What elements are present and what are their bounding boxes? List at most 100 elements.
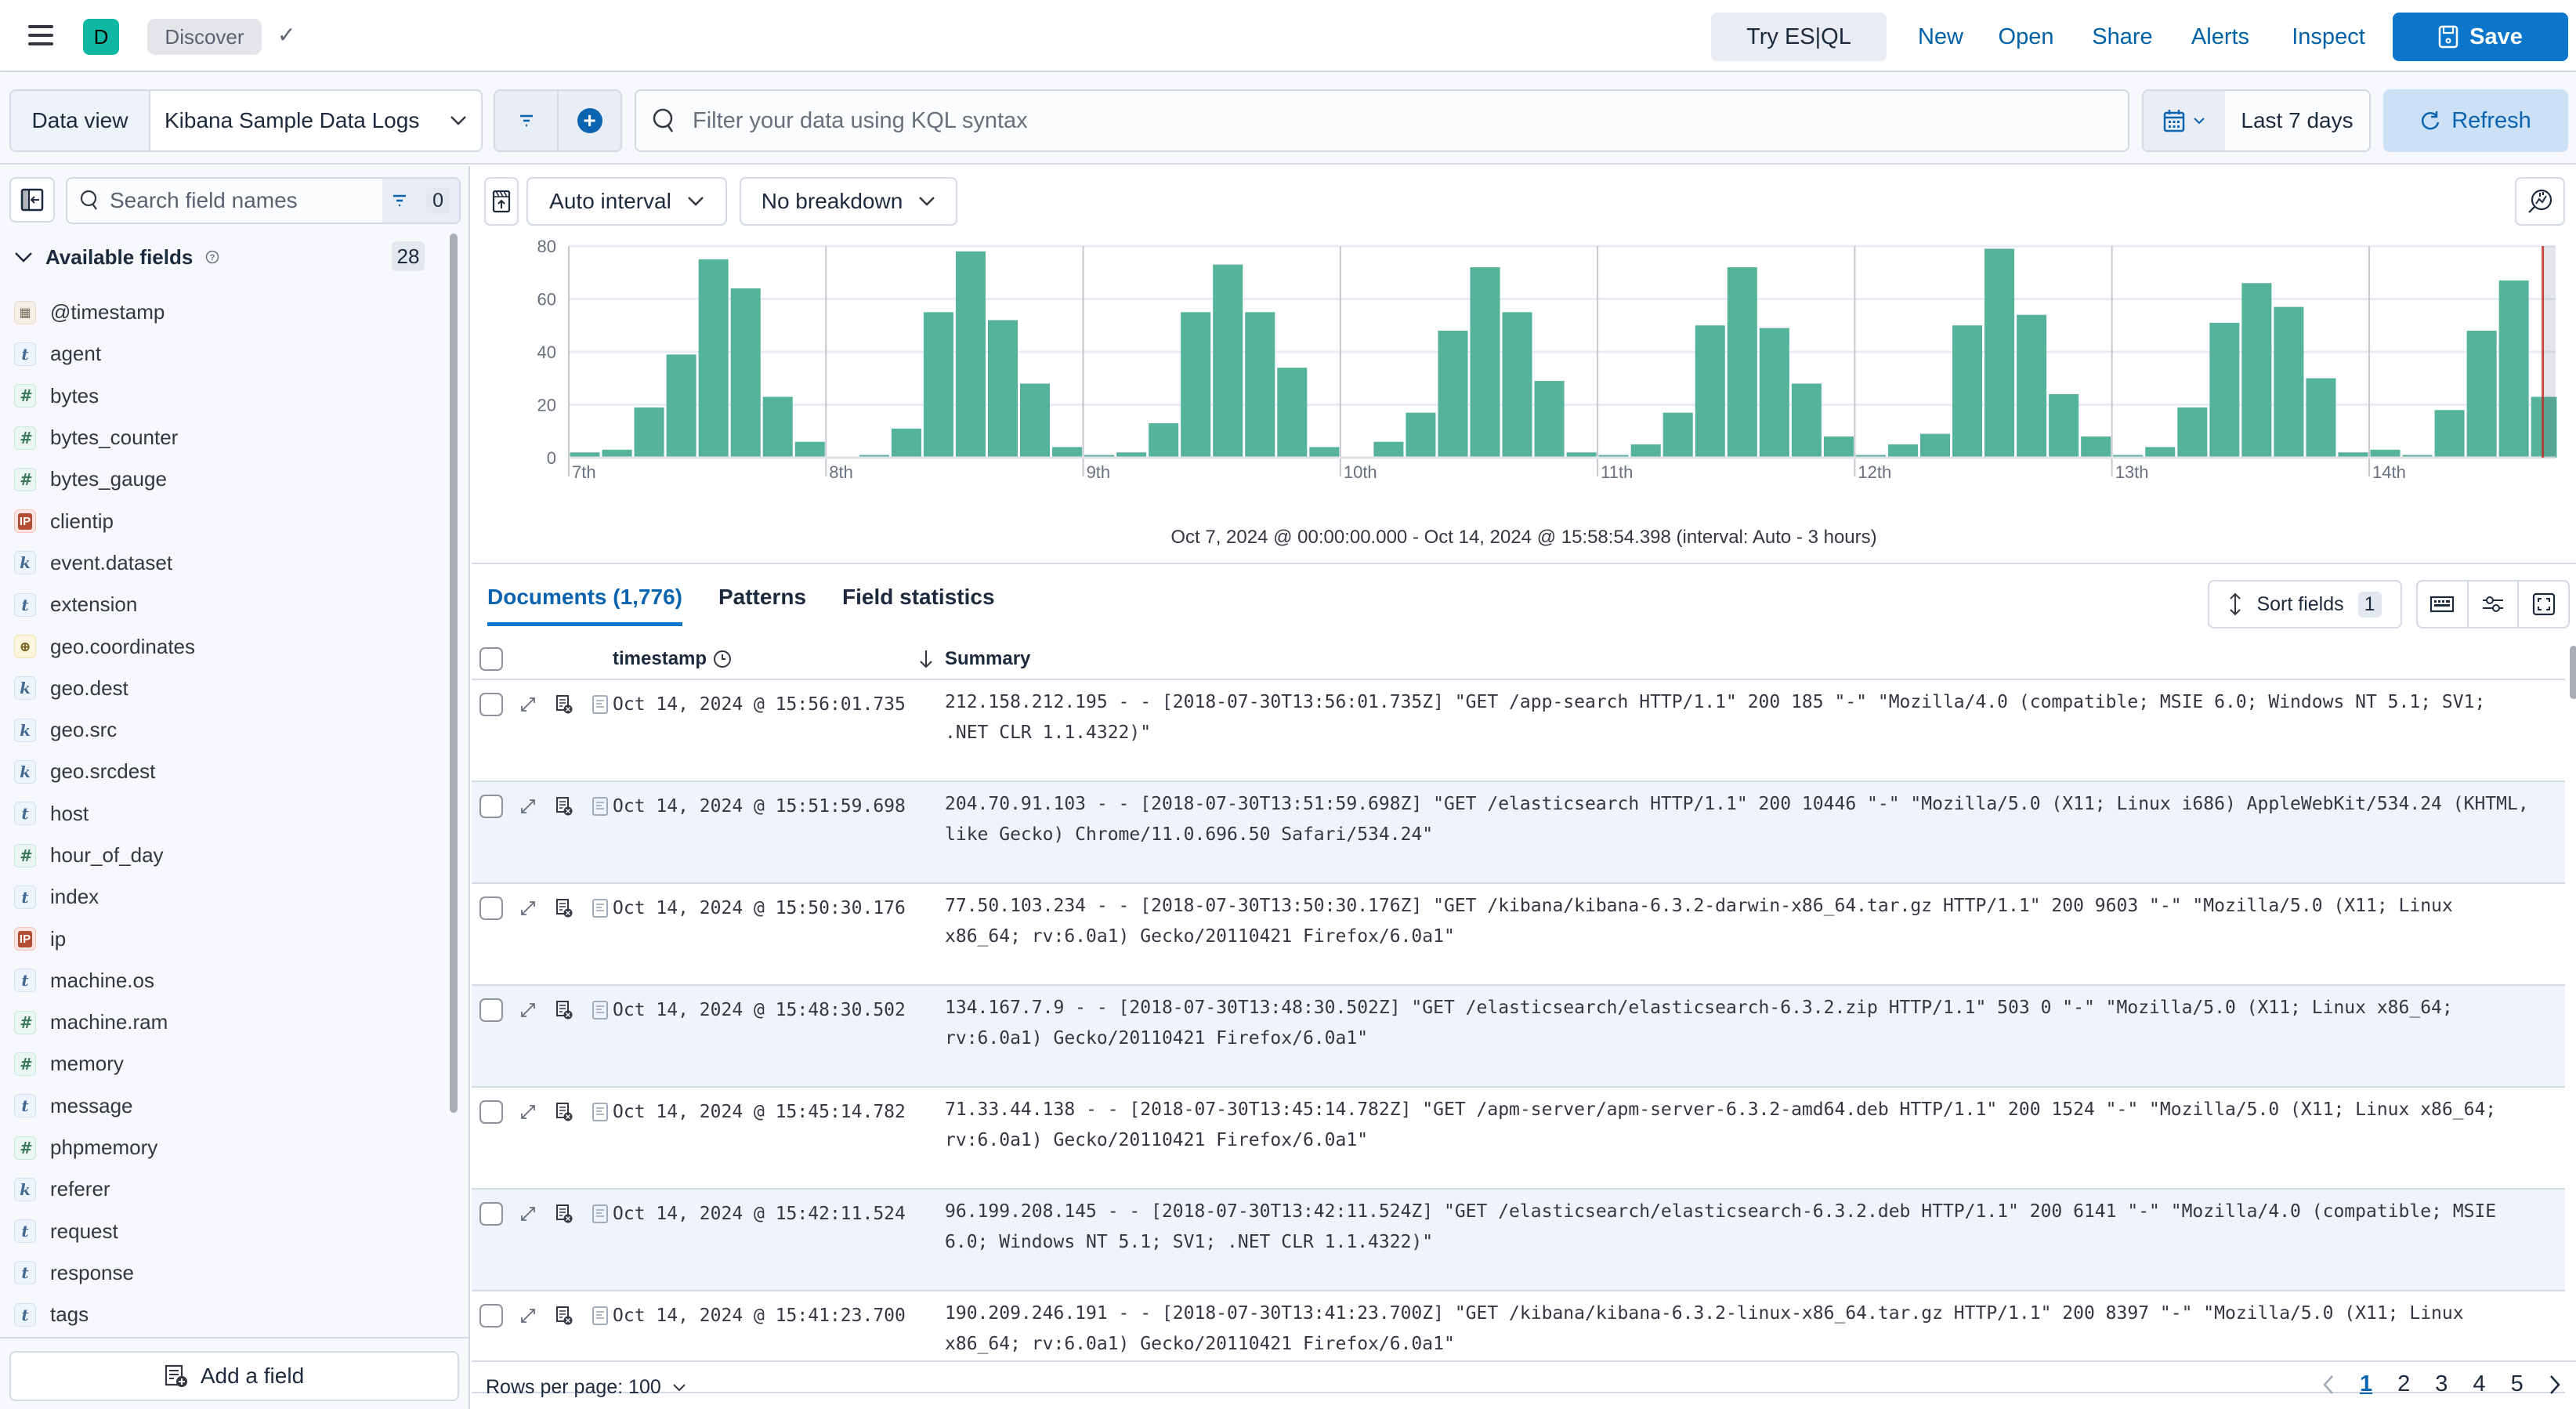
document-icon[interactable] (589, 1203, 611, 1225)
field-item[interactable]: # bytes (14, 375, 437, 417)
available-fields-toggle[interactable]: Available fields ? (14, 241, 437, 273)
display-settings-button[interactable] (2469, 581, 2520, 627)
field-item[interactable]: # hour_of_day (14, 835, 437, 876)
table-row[interactable]: Oct 14, 2024 @ 15:50:30.176 77.50.103.234… (472, 884, 2565, 986)
field-item[interactable]: t agent (14, 333, 437, 375)
date-range-display[interactable]: Last 7 days (2225, 91, 2369, 150)
alerts-link[interactable]: Alerts (2180, 13, 2261, 61)
field-item[interactable]: # memory (14, 1043, 437, 1085)
histogram-chart[interactable]: 0204060807th8th9th10th11th12th13th14thOc… (472, 237, 2576, 480)
chart-options-button[interactable] (484, 177, 519, 226)
row-checkbox[interactable] (479, 998, 503, 1022)
select-all-checkbox[interactable] (479, 647, 503, 671)
add-filter-button[interactable]: + (559, 91, 620, 150)
row-actions-icon[interactable] (553, 694, 575, 715)
field-item[interactable]: # phpmemory (14, 1127, 437, 1168)
expand-icon[interactable] (517, 1305, 539, 1327)
field-item[interactable]: k referer (14, 1168, 437, 1210)
field-search-input[interactable] (110, 188, 345, 213)
field-type-filter-button[interactable]: 0 (382, 179, 459, 223)
row-checkbox[interactable] (479, 795, 503, 818)
document-icon[interactable] (589, 1305, 611, 1327)
data-view-select[interactable]: Kibana Sample Data Logs (150, 91, 481, 150)
document-icon[interactable] (589, 999, 611, 1021)
add-field-button[interactable]: Add a field (9, 1351, 459, 1401)
row-checkbox[interactable] (479, 896, 503, 920)
field-item[interactable]: t message (14, 1085, 437, 1127)
field-item[interactable]: ▦ @timestamp (14, 292, 437, 333)
refresh-button[interactable]: Refresh (2383, 89, 2568, 152)
rows-per-page-select[interactable]: Rows per page: 100 (486, 1376, 686, 1399)
row-actions-icon[interactable] (553, 999, 575, 1021)
page-3[interactable]: 3 (2435, 1371, 2448, 1397)
expand-icon[interactable] (517, 999, 539, 1021)
inspect-link[interactable]: Inspect (2277, 13, 2380, 61)
new-link[interactable]: New (1905, 13, 1976, 61)
fullscreen-button[interactable] (2519, 581, 2568, 627)
row-actions-icon[interactable] (553, 795, 575, 817)
quick-select-button[interactable] (2144, 91, 2225, 150)
document-icon[interactable] (589, 1101, 611, 1123)
row-checkbox[interactable] (479, 1202, 503, 1226)
share-link[interactable]: Share (2082, 13, 2162, 61)
collapse-sidebar-button[interactable] (9, 177, 55, 223)
field-item[interactable]: t host (14, 793, 437, 835)
sort-descending-icon[interactable] (918, 649, 934, 669)
field-item[interactable]: t request (14, 1211, 437, 1252)
tab-patterns[interactable]: Patterns (718, 585, 806, 626)
row-actions-icon[interactable] (553, 1305, 575, 1327)
field-item[interactable]: t machine.os (14, 960, 437, 1002)
divider[interactable] (472, 563, 2576, 564)
table-row[interactable]: Oct 14, 2024 @ 15:56:01.735 212.158.212.1… (472, 680, 2565, 782)
sort-fields-button[interactable]: Sort fields 1 (2208, 580, 2402, 628)
field-item[interactable]: IP ip (14, 918, 437, 959)
table-row[interactable]: Oct 14, 2024 @ 15:41:23.700 190.209.246.1… (472, 1291, 2565, 1393)
field-item[interactable]: # machine.ram (14, 1002, 437, 1043)
open-link[interactable]: Open (1988, 13, 2064, 61)
field-item[interactable]: t extension (14, 584, 437, 625)
row-actions-icon[interactable] (553, 897, 575, 919)
grid-scrollbar[interactable] (2570, 646, 2576, 699)
chevron-left-icon[interactable] (2322, 1375, 2335, 1395)
field-item[interactable]: t response (14, 1252, 437, 1294)
field-item[interactable]: k geo.src (14, 709, 437, 751)
field-item[interactable]: # bytes_gauge (14, 458, 437, 500)
row-actions-icon[interactable] (553, 1203, 575, 1225)
expand-icon[interactable] (517, 1101, 539, 1123)
try-esql-button[interactable]: Try ES|QL (1711, 13, 1887, 61)
field-item[interactable]: k geo.dest (14, 668, 437, 709)
row-checkbox[interactable] (479, 1304, 503, 1328)
row-actions-icon[interactable] (553, 1101, 575, 1123)
field-item[interactable]: IP clientip (14, 500, 437, 542)
space-avatar[interactable]: D (83, 19, 119, 55)
column-header-timestamp[interactable]: timestamp (613, 648, 945, 670)
chevron-right-icon[interactable] (2549, 1375, 2561, 1395)
field-item[interactable]: k geo.srcdest (14, 751, 437, 792)
document-icon[interactable] (589, 694, 611, 715)
menu-icon[interactable] (28, 25, 53, 45)
breakdown-select[interactable]: No breakdown (740, 177, 957, 226)
tab-documents[interactable]: Documents (1,776) (487, 585, 682, 626)
document-icon[interactable] (589, 795, 611, 817)
kql-input[interactable] (693, 107, 2112, 134)
page-5[interactable]: 5 (2511, 1371, 2524, 1397)
expand-icon[interactable] (517, 1203, 539, 1225)
page-4[interactable]: 4 (2473, 1371, 2485, 1397)
field-item[interactable]: t index (14, 876, 437, 918)
page-1[interactable]: 1 (2360, 1371, 2372, 1397)
field-item[interactable]: ⊕ geo.coordinates (14, 625, 437, 667)
column-header-summary[interactable]: Summary (945, 648, 1030, 670)
table-row[interactable]: Oct 14, 2024 @ 15:42:11.524 96.199.208.14… (472, 1190, 2565, 1291)
row-checkbox[interactable] (479, 693, 503, 716)
table-row[interactable]: Oct 14, 2024 @ 15:45:14.782 71.33.44.138 … (472, 1088, 2565, 1190)
sidebar-scrollbar[interactable] (450, 234, 458, 1113)
filter-menu-button[interactable] (495, 91, 559, 150)
breadcrumb-discover[interactable]: Discover (147, 19, 262, 55)
expand-icon[interactable] (517, 694, 539, 715)
document-icon[interactable] (589, 897, 611, 919)
field-item[interactable]: t tags (14, 1294, 437, 1335)
field-item[interactable]: # bytes_counter (14, 417, 437, 458)
tab-field-statistics[interactable]: Field statistics (842, 585, 995, 626)
keyboard-shortcuts-button[interactable] (2418, 581, 2469, 627)
expand-icon[interactable] (517, 897, 539, 919)
